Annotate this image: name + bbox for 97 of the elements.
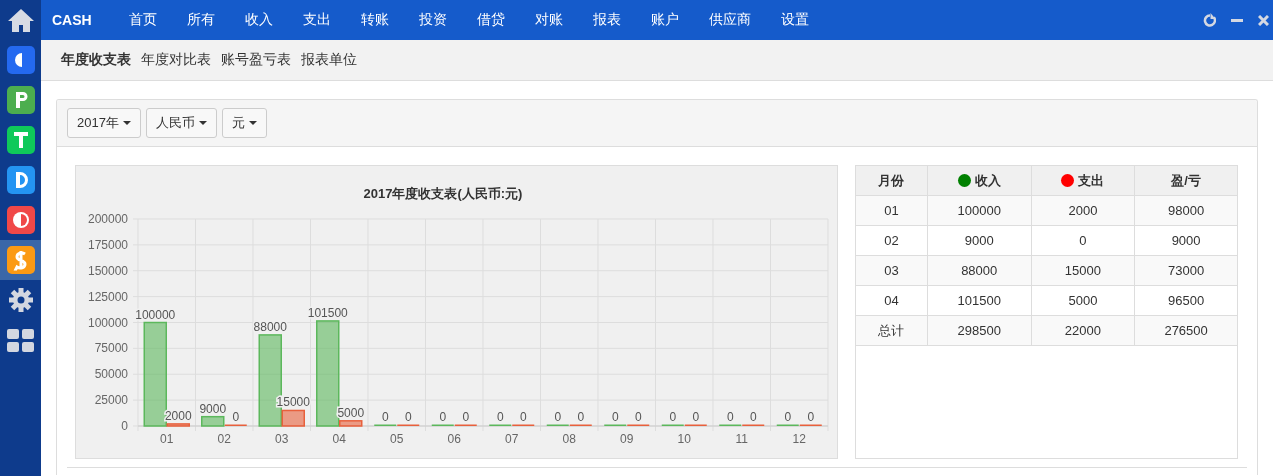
data-label: 0 (381, 409, 389, 424)
data-label: 0 (232, 409, 240, 424)
t-shape-icon (6, 126, 35, 154)
report-tab[interactable]: 年度收支表 (56, 51, 136, 69)
nav-link[interactable]: 投资 (403, 11, 462, 29)
nav-link[interactable]: 报表 (577, 11, 636, 29)
axis-label: 10 (677, 432, 691, 446)
data-label: 0 (634, 409, 642, 424)
caret-icon (122, 121, 131, 125)
axis-label: 50000 (94, 367, 128, 382)
axis-label: 200000 (87, 212, 128, 226)
expense-bar (281, 409, 305, 427)
filter-dropdown[interactable]: 元 (221, 108, 267, 138)
axis-label: 125000 (87, 289, 128, 304)
axis-label: 150000 (87, 263, 128, 278)
axis-label: 09 (620, 432, 634, 446)
table-cell: 100000 (927, 195, 1032, 226)
caret-icon (248, 121, 257, 125)
app-brand: CASH (52, 12, 92, 28)
nav-link[interactable]: 首页 (113, 11, 172, 29)
axis-label: 04 (332, 432, 346, 446)
data-label: 9000 (199, 401, 227, 416)
data-label: 0 (749, 409, 757, 424)
table-cell: 88000 (927, 255, 1032, 286)
axis-label: 06 (447, 432, 461, 446)
nav-link[interactable]: 所有 (171, 11, 230, 29)
axis-label: 03 (275, 432, 289, 446)
table-cell: 9000 (927, 225, 1032, 256)
filter-dropdown[interactable]: 2017年 (67, 108, 141, 138)
nav-link[interactable]: 借贷 (461, 11, 520, 29)
data-label: 0 (519, 409, 527, 424)
report-tab[interactable]: 账号盈亏表 (216, 51, 296, 69)
data-label: 0 (726, 409, 734, 424)
axis-label: 0 (121, 419, 128, 433)
close-icon[interactable] (1258, 14, 1269, 26)
data-label: 0 (784, 409, 792, 424)
nav-link[interactable]: 设置 (765, 11, 824, 29)
nav-link[interactable]: 转账 (345, 11, 404, 29)
data-label: 88000 (253, 319, 287, 334)
table-cell: 01 (856, 195, 928, 226)
axis-label: 08 (562, 432, 576, 446)
axis-label: 175000 (87, 237, 128, 252)
data-label: 0 (577, 409, 585, 424)
data-label: 0 (669, 409, 677, 424)
table-cell: 02 (856, 225, 928, 256)
filter-dropdown[interactable]: 人民币 (145, 108, 217, 138)
nav-link[interactable]: 供应商 (693, 11, 766, 29)
nav-link[interactable]: 支出 (287, 11, 346, 29)
table-cell: 03 (856, 255, 928, 286)
table-cell: 04 (856, 285, 928, 316)
table-cell: 298500 (927, 315, 1032, 346)
axis-label: 01 (160, 432, 174, 446)
table-cell: 2000 (1031, 195, 1135, 226)
table-cell: 0 (1031, 225, 1135, 256)
report-tab[interactable]: 报表单位 (296, 51, 362, 69)
column-header: 月份 (856, 166, 928, 196)
table-cell: 总计 (856, 315, 928, 346)
axis-label: 02 (217, 432, 231, 446)
income-bar (201, 415, 225, 427)
data-label: 101500 (307, 305, 348, 320)
axis-label: 100000 (87, 315, 128, 330)
data-label: 0 (439, 409, 447, 424)
data-label: 0 (554, 409, 562, 424)
settings-icon (7, 287, 34, 313)
data-label: 0 (611, 409, 619, 424)
axis-label: 12 (792, 432, 806, 446)
sidebar-item[interactable] (0, 240, 41, 280)
axis-label: 25000 (94, 393, 128, 408)
nav-link[interactable]: 对账 (519, 11, 578, 29)
expense-bar (166, 423, 190, 427)
caret-icon (198, 121, 207, 125)
column-header: 支出 (1031, 166, 1135, 196)
data-label: 0 (807, 409, 815, 424)
data-label: 0 (404, 409, 412, 424)
p-shape-icon (6, 86, 35, 114)
d-shape-icon (6, 166, 35, 194)
report-tab[interactable]: 年度对比表 (136, 51, 216, 69)
grid-icon (7, 328, 34, 352)
expense-bar (339, 420, 363, 427)
table-cell: 5000 (1031, 285, 1135, 316)
chart-title: 2017年度收支表(人民币:元) (363, 186, 523, 201)
data-label: 0 (692, 409, 700, 424)
axis-label: 05 (390, 432, 404, 446)
data-label: 0 (462, 409, 470, 424)
axis-label: 75000 (94, 341, 128, 356)
table-cell: 15000 (1031, 255, 1135, 286)
data-label: 100000 (135, 307, 176, 322)
axis-label: 11 (735, 432, 748, 446)
column-header: 收入 (927, 166, 1032, 196)
axis-label: 07 (505, 432, 519, 446)
data-label: 0 (496, 409, 504, 424)
dollar-icon (6, 246, 35, 274)
nav-link[interactable]: 账户 (635, 11, 694, 29)
table-cell: 22000 (1031, 315, 1135, 346)
column-header: 盈/亏 (1134, 166, 1237, 196)
table-cell: 101500 (927, 285, 1032, 316)
nav-link[interactable]: 收入 (229, 11, 288, 29)
